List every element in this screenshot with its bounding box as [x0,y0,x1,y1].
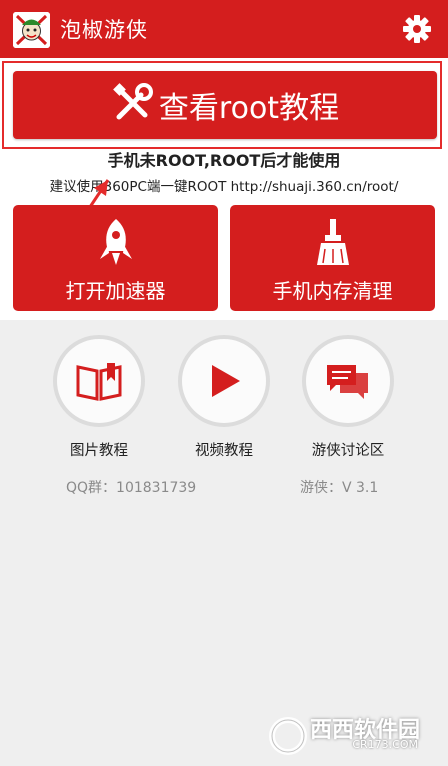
memory-clean-button[interactable]: 手机内存清理 [230,205,435,311]
version-text: 游侠：V 3.1 [300,480,379,496]
book-icon [53,335,145,427]
root-notice: 手机未ROOT,ROOT后才能使用 [107,151,341,170]
picture-tutorial-label: 图片教程 [70,443,128,459]
root-tutorial-label: 查看root教程 [158,91,340,126]
video-tutorial-button[interactable]: 视频教程 [174,335,274,460]
app-header: 泡椒游侠 [0,0,448,58]
video-tutorial-label: 视频教程 [195,443,253,459]
play-icon [178,335,270,427]
qq-group-text: QQ群：101831739 [66,480,197,496]
watermark-subtext: CR173.COM [352,738,418,751]
memory-clean-label: 手机内存清理 [272,279,393,303]
rocket-icon [96,217,136,271]
open-accelerator-button[interactable]: 打开加速器 [13,205,218,311]
gear-icon[interactable] [402,14,432,44]
forum-label: 游侠讨论区 [311,443,385,459]
open-accelerator-label: 打开加速器 [65,279,166,303]
picture-tutorial-button[interactable]: 图片教程 [49,335,149,460]
forum-button[interactable]: 游侠讨论区 [298,335,398,460]
broom-icon [313,217,353,271]
chat-bubbles-icon [302,335,394,427]
root-tutorial-button[interactable]: 查看root教程 [13,71,437,139]
app-logo [13,12,50,48]
tools-icon [111,81,155,129]
app-title: 泡椒游侠 [60,18,148,42]
